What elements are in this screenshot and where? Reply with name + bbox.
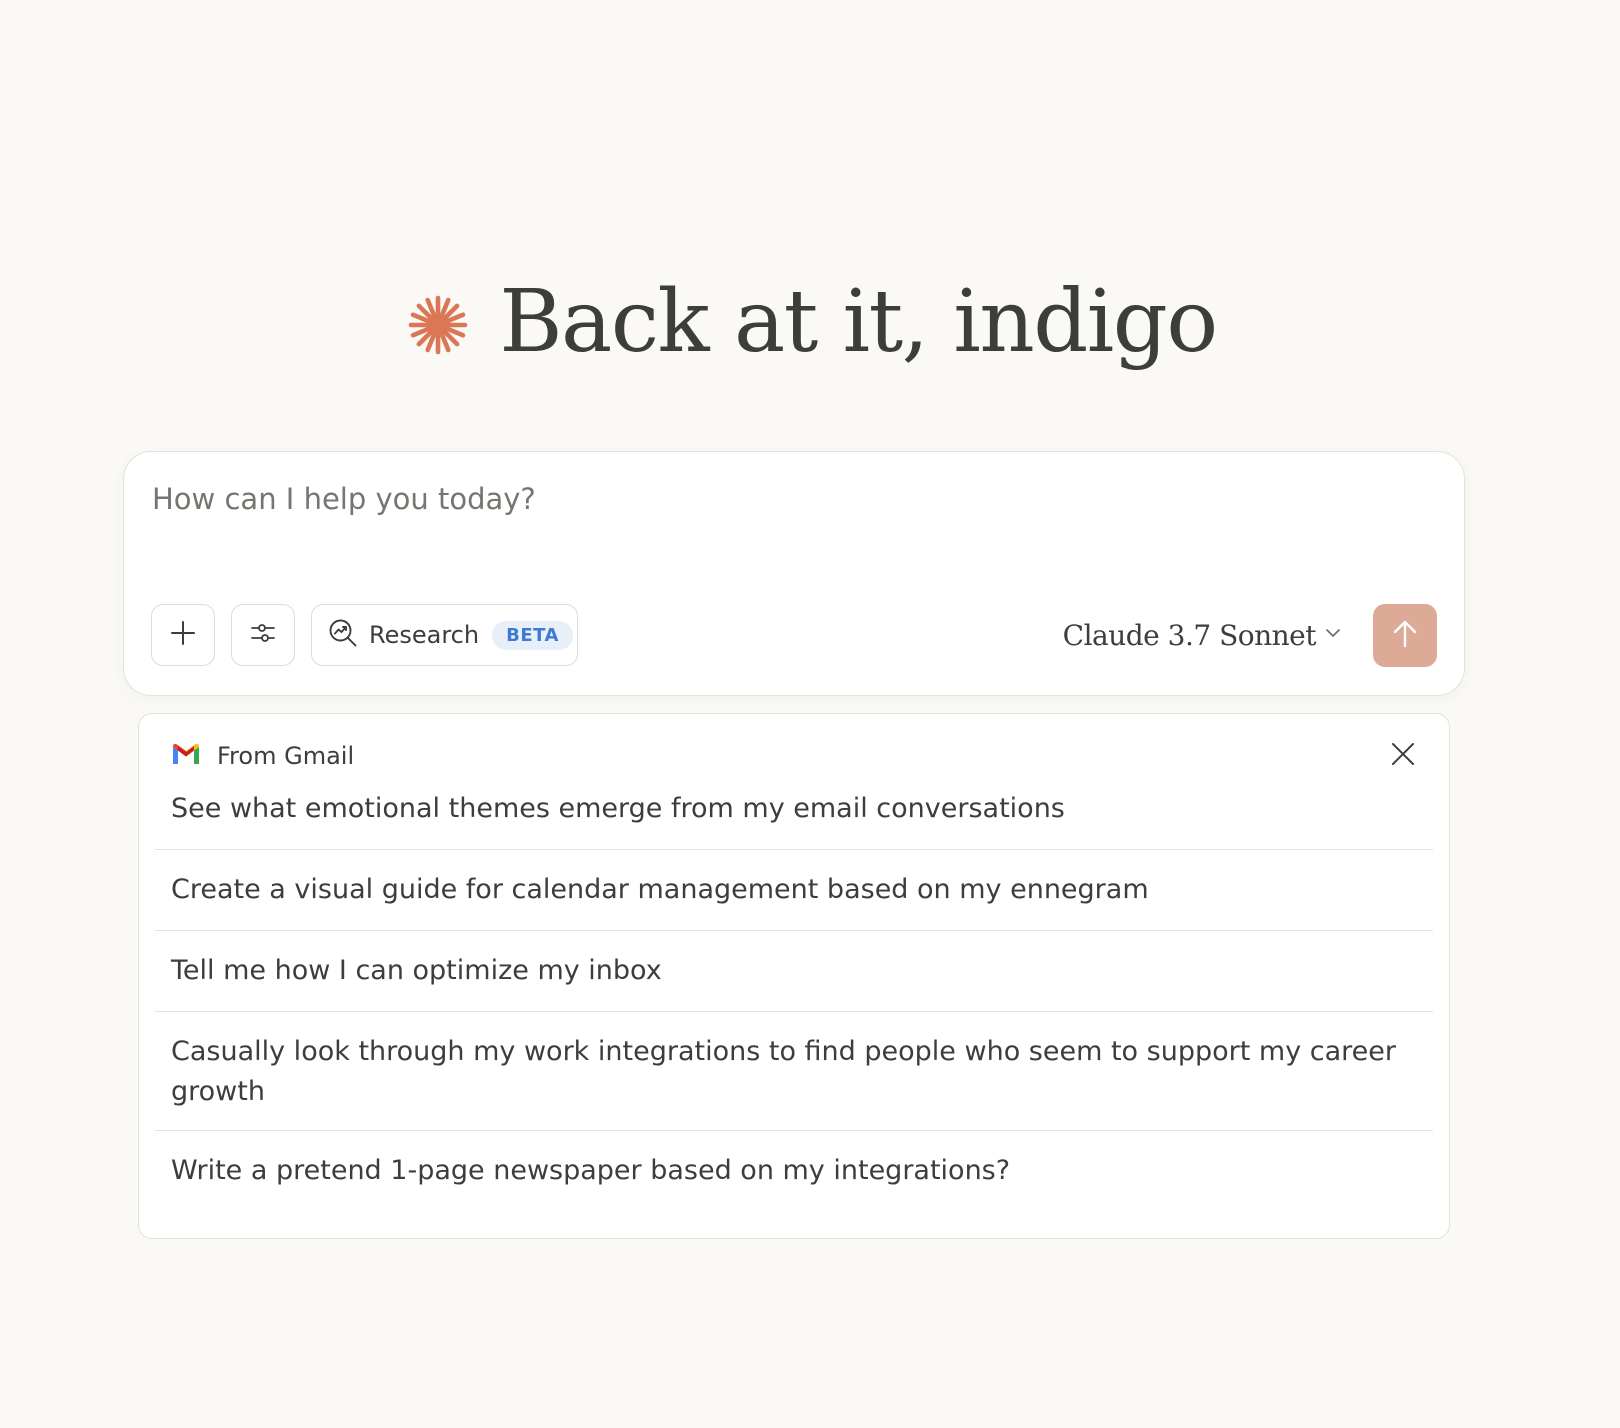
suggestions-panel: From Gmail See what emotional themes eme… — [138, 713, 1450, 1239]
research-label: Research — [369, 621, 480, 649]
greeting: Back at it, indigo — [0, 262, 1620, 382]
suggestion-item[interactable]: See what emotional themes emerge from my… — [155, 789, 1433, 850]
model-name: Claude 3.7 Sonnet — [1062, 618, 1317, 652]
gmail-icon — [171, 742, 201, 770]
arrow-up-icon — [1391, 619, 1419, 653]
suggestions-source: From Gmail — [217, 742, 355, 770]
suggestion-item[interactable]: Write a pretend 1-page newspaper based o… — [155, 1131, 1433, 1191]
claude-spark-icon — [403, 290, 473, 360]
research-search-icon — [328, 618, 358, 652]
send-button[interactable] — [1373, 604, 1437, 667]
chevron-down-icon — [1324, 624, 1342, 646]
suggestion-item[interactable]: Casually look through my work integratio… — [155, 1012, 1433, 1131]
suggestion-item[interactable]: Create a visual guide for calendar manag… — [155, 850, 1433, 931]
model-selector[interactable]: Claude 3.7 Sonnet — [1063, 604, 1342, 666]
beta-badge: BETA — [492, 620, 573, 650]
suggestions-list: See what emotional themes emerge from my… — [155, 789, 1433, 1191]
add-content-button[interactable] — [151, 604, 215, 666]
message-composer: Research BETA Claude 3.7 Sonnet — [123, 451, 1465, 696]
suggestions-header: From Gmail — [171, 736, 354, 776]
close-suggestions-button[interactable] — [1389, 742, 1417, 770]
research-button[interactable]: Research BETA — [311, 604, 578, 666]
sliders-icon — [249, 619, 277, 651]
plus-icon — [170, 620, 196, 650]
suggestion-item[interactable]: Tell me how I can optimize my inbox — [155, 931, 1433, 1012]
tools-button[interactable] — [231, 604, 295, 666]
close-icon — [1391, 742, 1415, 770]
greeting-title: Back at it, indigo — [499, 272, 1218, 372]
message-input[interactable] — [152, 482, 1352, 516]
